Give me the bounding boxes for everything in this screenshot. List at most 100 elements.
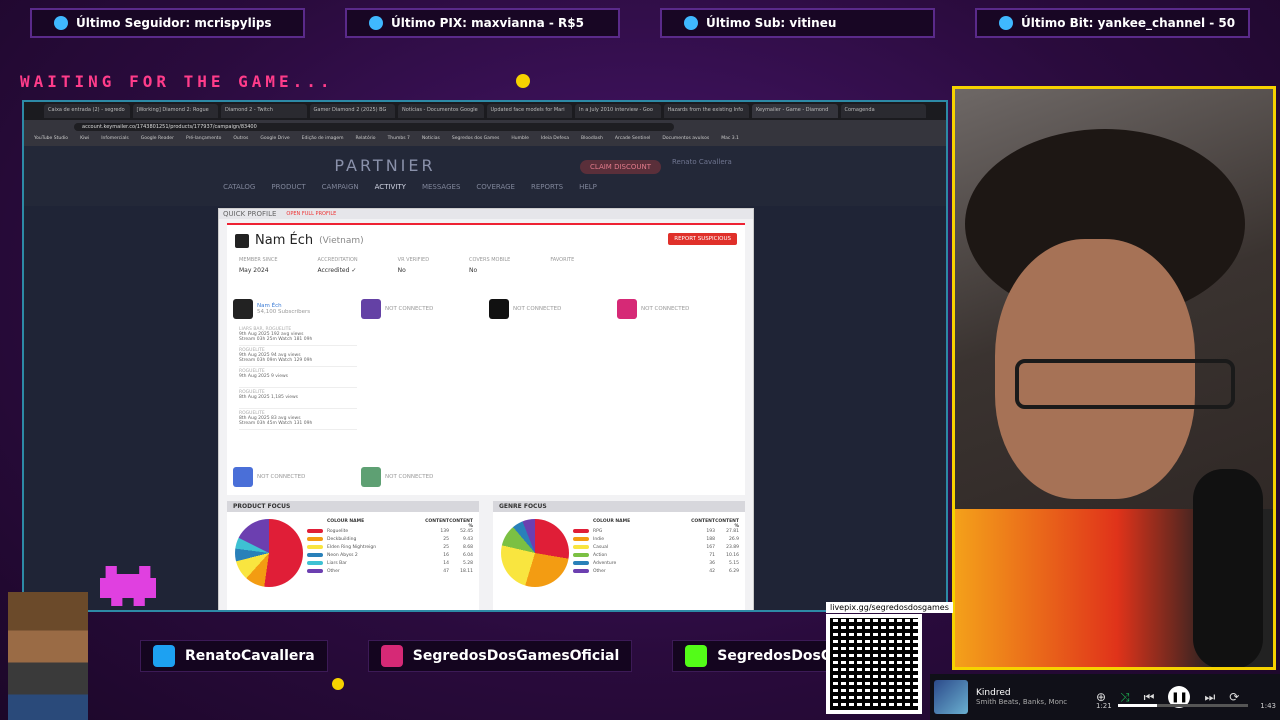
- url-text[interactable]: account.keymailer.co/1743801251/products…: [74, 123, 674, 131]
- claim-discount-button[interactable]: CLAIM DISCOUNT: [580, 160, 661, 174]
- bookmark[interactable]: YouTube Studio: [34, 136, 68, 144]
- bookmark[interactable]: Google Drive: [260, 136, 289, 144]
- legend-label: Action: [593, 552, 608, 558]
- bookmark[interactable]: Pré-lançamento: [186, 136, 221, 144]
- site-logo[interactable]: PARTNIER: [334, 156, 435, 175]
- browser-tab[interactable]: Diamond 2 - Twitch: [221, 104, 307, 118]
- legend-value: 25: [443, 544, 449, 550]
- legend-header-name: COLOUR NAME: [593, 519, 631, 524]
- bookmark[interactable]: Outros: [233, 136, 248, 144]
- last-bit: Último Bit: yankee_channel - 50: [975, 8, 1250, 38]
- waiting-banner: WAITING FOR THE GAME...: [20, 72, 334, 91]
- platform-icon: [361, 467, 381, 487]
- star-icon: [684, 16, 698, 30]
- track-artist: Smith Beats, Banks, Monc: [976, 698, 1068, 706]
- browser-tab[interactable]: [Working] Diamond 2: Rogue: [132, 104, 218, 118]
- bookmark[interactable]: Notícias: [422, 136, 440, 144]
- browser-tab[interactable]: Gamer Diamond 2 (2025) BG: [309, 104, 395, 118]
- legend-value: 139: [440, 528, 449, 534]
- browser-tab[interactable]: Caixa de entrada (2) - segredo: [44, 104, 130, 118]
- legend-swatch: [307, 561, 323, 565]
- legend-row: Elden Ring Nightreign 25 8.68: [307, 543, 473, 551]
- nav-item-active[interactable]: ACTIVITY: [375, 183, 406, 191]
- nav-item[interactable]: HELP: [579, 183, 597, 191]
- coin-decoration: [332, 678, 344, 690]
- legend-row: Action 71 10.16: [573, 551, 739, 559]
- bookmark[interactable]: Relatório: [355, 136, 375, 144]
- legend-label: Casual: [593, 544, 609, 550]
- bookmark[interactable]: Google Reader: [141, 136, 174, 144]
- progress-bar[interactable]: [1118, 704, 1248, 707]
- legend-percent: 27.81: [726, 528, 739, 534]
- legend-row: Adventure 36 5.15: [573, 559, 739, 567]
- list-item[interactable]: LIARS BAR, ROGUELITE 9th Aug 2025 192 avg…: [239, 325, 357, 346]
- bookmark[interactable]: Edição de imagem: [302, 136, 344, 144]
- nav-item[interactable]: MESSAGES: [422, 183, 460, 191]
- webcam-feed: [952, 86, 1276, 670]
- bookmark[interactable]: Segredos dos Games: [452, 136, 500, 144]
- list-item[interactable]: ROGUELITE 8th Aug 2025 1,185 views: [239, 388, 357, 409]
- nav-item[interactable]: PRODUCT: [271, 183, 305, 191]
- report-suspicious-button[interactable]: REPORT SUSPICIOUS: [668, 233, 737, 245]
- legend-label: Elden Ring Nightreign: [327, 544, 377, 550]
- bookmark[interactable]: Bloodlash: [581, 136, 603, 144]
- legend-swatch: [573, 569, 589, 573]
- product-focus-panel: PRODUCT FOCUS COLOUR NAME CONTENT CONTENT …: [227, 501, 479, 610]
- list-item[interactable]: ROGUELITE 9th Aug 2025 94 avg views Stream…: [239, 346, 357, 367]
- last-sub: Último Sub: vitineu: [660, 8, 935, 38]
- legend-header-percent: CONTENT %: [715, 519, 739, 529]
- legend-row: RPG 193 27.81: [573, 527, 739, 535]
- legend-header-content: CONTENT: [425, 519, 449, 524]
- bookmark[interactable]: Infomercials: [101, 136, 129, 144]
- legend-row: Other 47 18.11: [307, 567, 473, 575]
- legend-swatch: [307, 553, 323, 557]
- social-instagram: NOT CONNECTED: [617, 297, 735, 321]
- legend-value: 193: [706, 528, 715, 534]
- nav-item[interactable]: CATALOG: [223, 183, 255, 191]
- legend-row: Liars Bar 14 5.28: [307, 559, 473, 567]
- user-name[interactable]: Renato Cavallera: [672, 158, 732, 166]
- legend-row: Other 42 6.29: [573, 567, 739, 575]
- bookmark[interactable]: Arcade Sentinel: [615, 136, 650, 144]
- product-focus-title: PRODUCT FOCUS: [227, 501, 479, 512]
- bookmark[interactable]: Documentos avulsos: [662, 136, 709, 144]
- open-full-profile-link[interactable]: OPEN FULL PROFILE: [286, 210, 336, 218]
- track-info: Kindred Smith Beats, Banks, Monc: [976, 688, 1076, 706]
- profile-country: (Vietnam): [319, 235, 364, 246]
- twitch-icon: [361, 299, 381, 319]
- nav-item[interactable]: REPORTS: [531, 183, 563, 191]
- bookmark[interactable]: Mac 3.1: [721, 136, 739, 144]
- legend-label: Adventure: [593, 560, 617, 566]
- nav-item[interactable]: CAMPAIGN: [322, 183, 359, 191]
- profile-name: Nam Éch: [255, 233, 314, 248]
- webcam-glasses: [1015, 359, 1235, 409]
- social-youtube[interactable]: Nam Éch 54,100 Subscribers: [233, 297, 351, 321]
- browser-tab[interactable]: Notícias - Documentos Google: [398, 104, 484, 118]
- address-bar[interactable]: account.keymailer.co/1743801251/products…: [24, 120, 946, 134]
- social-platform: NOT CONNECTED: [361, 465, 479, 489]
- legend-percent: 9.43: [462, 536, 473, 542]
- bookmarks-bar: YouTube Studio Kiwi Infomercials Google …: [24, 134, 946, 146]
- nav-item[interactable]: COVERAGE: [476, 183, 515, 191]
- browser-tab-active[interactable]: Keymailer - Game - Diamond: [752, 104, 838, 118]
- legend-percent: 5.28: [462, 560, 473, 566]
- instagram-handle: SegredosDosGamesOficial: [367, 640, 633, 672]
- bookmark[interactable]: Ideia Defesa: [541, 136, 569, 144]
- bookmark[interactable]: Thumbs 7: [388, 136, 410, 144]
- legend-percent: 6.04: [462, 552, 473, 558]
- browser-tab[interactable]: Comagenda: [840, 104, 926, 118]
- legend-value: 71: [709, 552, 715, 558]
- browser-tab[interactable]: In a July 2010 interview - Goo: [575, 104, 661, 118]
- bookmark[interactable]: Kiwi: [80, 136, 89, 144]
- quick-profile-modal: QUICK PROFILE OPEN FULL PROFILE Nam Éch …: [218, 208, 754, 610]
- meta-favorite[interactable]: FAVORITE: [550, 257, 574, 274]
- list-item[interactable]: ROGUELITE 9th Aug 2025 9 views: [239, 367, 357, 388]
- diamond-icon: [999, 16, 1013, 30]
- legend-row: Deckbuilding 25 9.43: [307, 535, 473, 543]
- browser-tab[interactable]: Hazards from the existing Info: [663, 104, 749, 118]
- legend-percent: 23.89: [726, 544, 739, 550]
- list-item[interactable]: ROGUELITE 8th Aug 2025 83 avg views Stream…: [239, 409, 357, 430]
- bookmark[interactable]: Humble: [511, 136, 529, 144]
- stream-list: LIARS BAR, ROGUELITE 9th Aug 2025 192 avg…: [239, 325, 357, 430]
- browser-tab[interactable]: Updated face models for Mari: [486, 104, 572, 118]
